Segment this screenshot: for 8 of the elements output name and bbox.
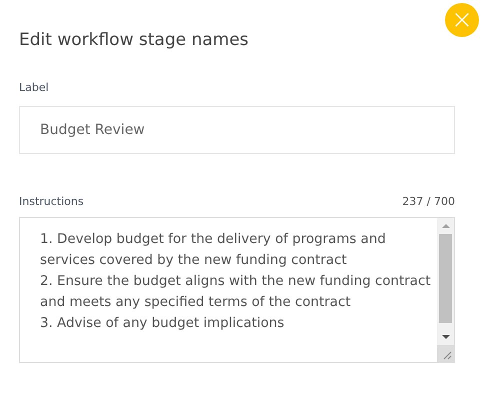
character-counter: 237 / 700 (402, 195, 455, 208)
resize-handle-icon[interactable] (437, 345, 454, 362)
label-field[interactable]: Budget Review (19, 106, 455, 154)
field-label: Instructions (19, 195, 84, 208)
dialog-title: Edit workflow stage names (19, 30, 249, 50)
field-label: Label (19, 81, 49, 94)
instructions-field[interactable]: 1. Develop budget for the delivery of programs and services covered by the new funding contract 2. Ensure the budget aligns with the new funding contract and meets any specified terms of the contract 3. Advise of any budget implications (19, 217, 455, 363)
scrollbar[interactable] (437, 218, 454, 362)
